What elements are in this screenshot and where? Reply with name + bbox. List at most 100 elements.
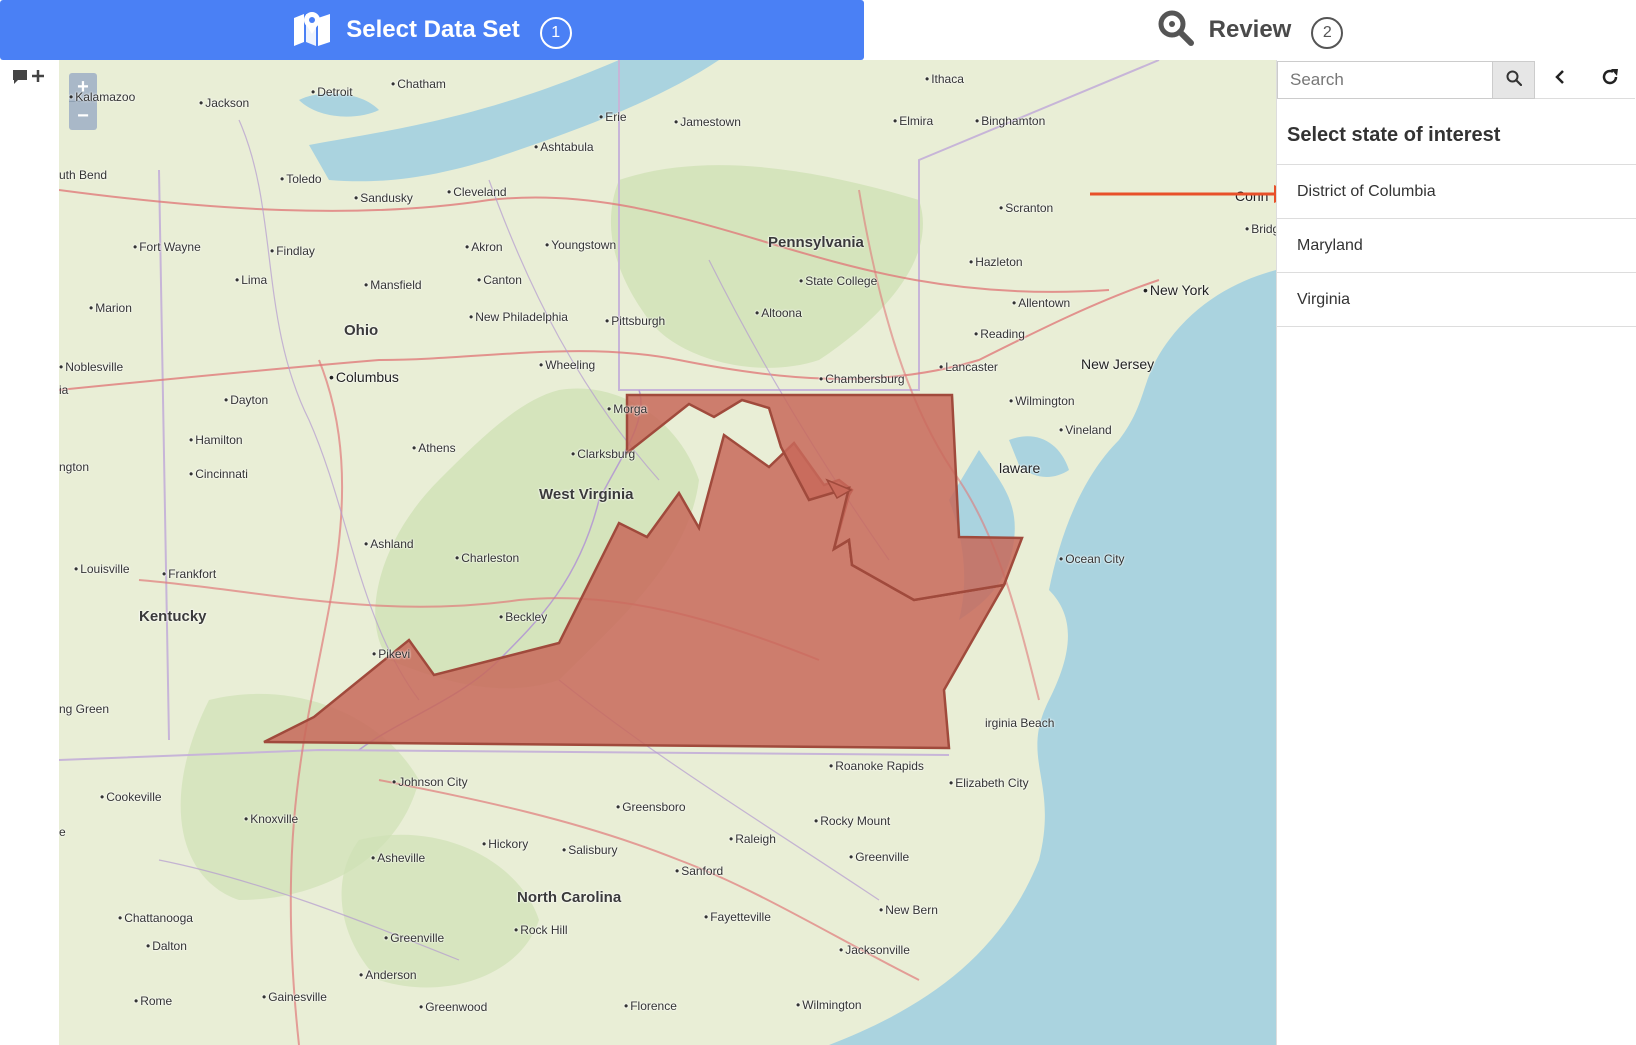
refresh-button[interactable] [1585, 61, 1635, 99]
state-selection-panel: Select state of interest District of Col… [1276, 60, 1636, 1045]
map-label: Athens [412, 441, 455, 455]
search-pin-icon [1157, 10, 1195, 51]
map-label: irginia Beach [985, 716, 1055, 730]
map-label: Asheville [371, 851, 425, 865]
map-label: Binghamton [975, 114, 1045, 128]
map-label: Greenville [384, 931, 444, 945]
map-label: Noblesville [59, 360, 123, 374]
state-list: District of Columbia Maryland Virginia [1277, 164, 1636, 327]
zoom-out-button[interactable]: − [69, 101, 97, 130]
map-view[interactable]: + − Kalamazoo Jackson Detroit Chatham It… [59, 60, 1276, 1045]
map-label: e [59, 825, 66, 839]
annotation-arrow [1090, 185, 1296, 203]
map-label: Hazleton [969, 255, 1022, 269]
refresh-icon [1600, 67, 1620, 92]
map-label: North Carolina [517, 889, 622, 906]
comment-plus-icon [12, 67, 48, 92]
map-label: Allentown [1012, 296, 1070, 310]
map-label: Sanford [675, 864, 723, 878]
map-label: laware [999, 460, 1041, 476]
map-label: Findlay [270, 244, 315, 258]
map-label: Dalton [146, 939, 187, 953]
map-label: Pittsburgh [605, 314, 665, 328]
step-review[interactable]: Review 2 [864, 0, 1636, 60]
search-bar [1277, 61, 1636, 101]
map-label: Cookeville [100, 790, 161, 804]
map-label: Cleveland [447, 185, 506, 199]
map-label: Wheeling [539, 358, 595, 372]
list-item-maryland[interactable]: Maryland [1277, 218, 1636, 273]
map-label: State College [799, 274, 877, 288]
map-label: Morga [607, 402, 647, 416]
map-label: West Virginia [539, 486, 634, 503]
map-label: New York [1143, 282, 1209, 298]
map-label: Ithaca [925, 72, 964, 86]
add-comment-button[interactable] [12, 68, 48, 90]
back-button[interactable] [1535, 61, 1585, 99]
map-label: Jacksonville [839, 943, 910, 957]
map-label: Roanoke Rapids [829, 759, 924, 773]
map-label: Johnson City [392, 775, 467, 789]
map-label: Ashland [364, 537, 413, 551]
map-label: Scranton [999, 201, 1053, 215]
map-label: Detroit [311, 85, 352, 99]
map-label: Chatham [391, 77, 446, 91]
map-label: Columbus [329, 369, 399, 385]
map-label: Hickory [482, 837, 528, 851]
map-label: ngton [59, 460, 90, 474]
map-label: Ohio [344, 322, 379, 339]
map-label: uth Bend [59, 168, 108, 182]
map-label: New Philadelphia [469, 310, 568, 324]
list-item-district-of-columbia[interactable]: District of Columbia [1277, 164, 1636, 219]
map-label: Florence [624, 999, 677, 1013]
map-label: Akron [465, 240, 502, 254]
map-label: Pennsylvania [768, 234, 864, 251]
map-label: Kentucky [139, 608, 207, 625]
list-item-virginia[interactable]: Virginia [1277, 272, 1636, 327]
map-label: ia [59, 383, 69, 397]
panel-title: Select state of interest [1287, 124, 1501, 146]
map-label: Greensboro [616, 800, 685, 814]
map-label: Frankfort [162, 567, 216, 581]
map-label: New Jersey [1081, 356, 1155, 372]
map-label: Ashtabula [534, 140, 593, 154]
map-label: Greenwood [419, 1000, 487, 1014]
search-input[interactable] [1277, 61, 1493, 99]
map-label: Jackson [199, 96, 249, 110]
map-label: Vineland [1059, 423, 1112, 437]
map-label: Lima [235, 273, 267, 287]
step-1-label: Select Data Set [346, 16, 520, 43]
map-label: Sandusky [354, 191, 413, 205]
map-label: Canton [477, 273, 522, 287]
map-label: Elmira [893, 114, 933, 128]
map-label: Reading [974, 327, 1025, 341]
map-label: Charleston [455, 551, 519, 565]
map-label: Chattanooga [118, 911, 193, 925]
map-label: Elizabeth City [949, 776, 1028, 790]
step-select-data-set[interactable]: Select Data Set 1 [0, 0, 864, 60]
map-label: Gainesville [262, 990, 327, 1004]
map-label: Erie [599, 110, 626, 124]
map-label: Mansfield [364, 278, 421, 292]
wizard-steps: Select Data Set 1 Review 2 [0, 0, 1636, 60]
map-label: Fort Wayne [133, 240, 201, 254]
step-2-label: Review [1208, 16, 1292, 43]
search-icon [1506, 70, 1522, 91]
search-button[interactable] [1493, 61, 1535, 99]
map-label: Lancaster [939, 360, 998, 374]
map-label: Kalamazoo [69, 90, 135, 104]
map-label: Bridgep [1245, 222, 1276, 236]
map-marker-icon [292, 10, 332, 51]
map-label: Knoxville [244, 812, 298, 826]
map-label: Hamilton [189, 433, 242, 447]
map-label: Altoona [755, 306, 802, 320]
map-label: Clarksburg [571, 447, 635, 461]
map-label: Pikevi [372, 647, 410, 661]
map-label: Rock Hill [514, 923, 567, 937]
chevron-left-icon [1553, 69, 1567, 90]
map-label: New Bern [879, 903, 938, 917]
map-label: Rome [134, 994, 172, 1008]
map-label: Cincinnati [189, 467, 248, 481]
step-1-number: 1 [539, 17, 572, 49]
map-label: Louisville [74, 562, 129, 576]
